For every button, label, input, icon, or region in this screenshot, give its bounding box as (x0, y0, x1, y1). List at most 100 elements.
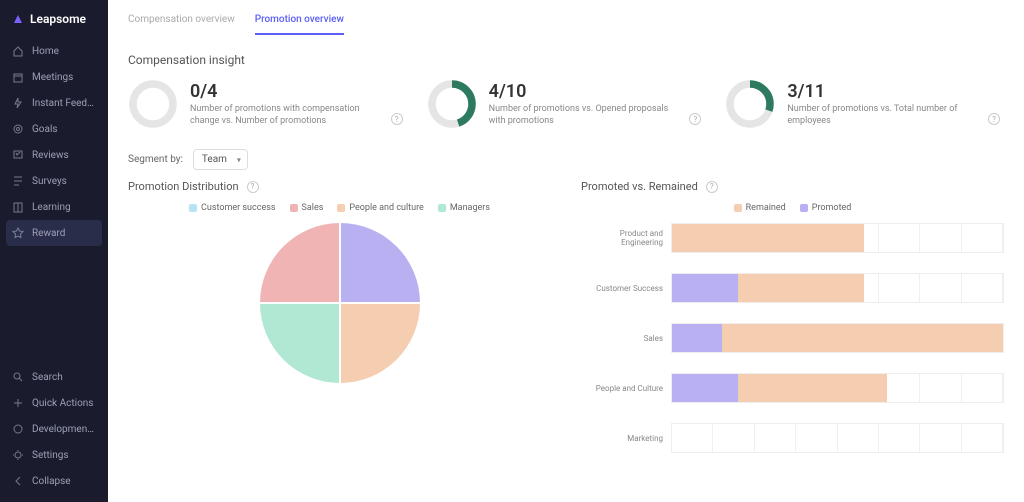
sidebar-item-reviews[interactable]: Reviews (0, 142, 108, 168)
donut-chart (128, 79, 178, 129)
bar-segment-promoted (672, 274, 738, 302)
segment-label: Segment by: (128, 154, 183, 165)
help-icon[interactable]: ? (706, 181, 718, 193)
target-icon (12, 123, 24, 135)
bar-chart: Product and Engineering Customer Success… (581, 223, 1004, 453)
survey-icon (12, 175, 24, 187)
brand-name: Leapsome (30, 12, 86, 26)
nav-label: Learning (32, 202, 71, 213)
insight-section-title: Compensation insight (128, 53, 1004, 67)
bar-row: People and Culture (581, 373, 1004, 403)
segment-row: Segment by: Team ▾ (128, 149, 1004, 170)
bar-track (671, 373, 1004, 403)
insight-desc: Number of promotions with compensation c… (190, 104, 370, 127)
bar-track (671, 273, 1004, 303)
insight-desc: Number of promotions vs. Opened proposal… (489, 104, 669, 127)
nav-label: Search (32, 372, 63, 383)
bar-chart-title: Promoted vs. Remained (581, 180, 698, 193)
insight-value: 3/11 (787, 81, 1004, 102)
sidebar-item-surveys[interactable]: Surveys (0, 168, 108, 194)
legend-item[interactable]: Managers (438, 203, 490, 213)
bar-row: Sales (581, 323, 1004, 353)
legend-label: Managers (450, 203, 490, 213)
tab-promotion-overview[interactable]: Promotion overview (255, 10, 344, 35)
bar-category-label: Product and Engineering (581, 229, 671, 247)
bar-track (671, 323, 1004, 353)
charts-row: Promotion Distribution ? Customer succes… (128, 180, 1004, 473)
segment-select[interactable]: Team ▾ (193, 149, 248, 170)
nav-label: Reward (32, 228, 65, 239)
nav-label: Goals (32, 124, 58, 135)
insight-desc: Number of promotions vs. Total number of… (787, 104, 967, 127)
plus-icon (12, 397, 24, 409)
legend-item[interactable]: Customer success (189, 203, 276, 213)
legend-item[interactable]: People and culture (337, 203, 423, 213)
sidebar-item-search[interactable]: Search (0, 364, 108, 390)
tab-compensation-overview[interactable]: Compensation overview (128, 10, 235, 35)
legend-item[interactable]: Remained (734, 203, 786, 213)
swatch (189, 204, 197, 212)
swatch (800, 204, 808, 212)
swatch (438, 204, 446, 212)
bar-segment-remained (722, 324, 1003, 352)
bolt-icon (12, 97, 24, 109)
collapse-icon (12, 475, 24, 487)
reward-icon (12, 227, 24, 239)
bar-row: Marketing (581, 423, 1004, 453)
bar-segment-remained (738, 274, 864, 302)
pie-chart-panel: Promotion Distribution ? Customer succes… (128, 180, 551, 473)
sidebar-item-quick-actions[interactable]: Quick Actions (0, 390, 108, 416)
bar-segment-promoted (672, 374, 738, 402)
nav-label: Meetings (32, 72, 73, 83)
swatch (337, 204, 345, 212)
nav-bottom: Search Quick ActionsDevelopment Fr... Sett… (0, 364, 108, 494)
nav-label: Reviews (32, 150, 69, 161)
bar-category-label: People and Culture (581, 384, 671, 393)
bar-row: Customer Success (581, 273, 1004, 303)
bar-segment-remained (672, 224, 864, 252)
sidebar-item-instant-feedback[interactable]: Instant Feedback (0, 90, 108, 116)
nav-label: Settings (32, 450, 69, 461)
sidebar-item-learning[interactable]: Learning (0, 194, 108, 220)
legend-item[interactable]: Sales (290, 203, 324, 213)
insight-cards: 0/4 Number of promotions with compensati… (128, 79, 1004, 129)
donut-chart (427, 79, 477, 129)
insight-value: 4/10 (489, 81, 706, 102)
nav-label: Surveys (32, 176, 67, 187)
help-icon[interactable]: ? (988, 113, 1000, 125)
insight-card-2: 3/11 Number of promotions vs. Total numb… (725, 79, 1004, 129)
nav-top: Home Meetings Instant Feedback Goals Reviews… (0, 38, 108, 364)
sidebar-item-collapse[interactable]: Collapse (0, 468, 108, 494)
sidebar-item-home[interactable]: Home (0, 38, 108, 64)
logo-icon (12, 13, 24, 25)
nav-label: Instant Feedback (32, 98, 96, 109)
sidebar-item-goals[interactable]: Goals (0, 116, 108, 142)
bar-track (671, 223, 1004, 253)
bar-chart-panel: Promoted vs. Remained ? Remained Promoted… (581, 180, 1004, 473)
pie-legend: Customer success Sales People and culture M… (128, 203, 551, 213)
sidebar-item-meetings[interactable]: Meetings (0, 64, 108, 90)
sidebar-item-development-fr-[interactable]: Development Fr... (0, 416, 108, 442)
sidebar-item-settings[interactable]: Settings (0, 442, 108, 468)
donut-chart (725, 79, 775, 129)
help-icon[interactable]: ? (391, 113, 403, 125)
bar-segment-promoted (672, 324, 722, 352)
calendar-icon (12, 71, 24, 83)
brand-logo[interactable]: Leapsome (0, 8, 108, 38)
book-icon (12, 201, 24, 213)
bar-legend: Remained Promoted (581, 203, 1004, 213)
help-icon[interactable]: ? (247, 181, 259, 193)
sidebar: Leapsome Home Meetings Instant Feedback Goa… (0, 0, 108, 502)
sidebar-item-reward[interactable]: Reward (6, 220, 102, 246)
bar-track (671, 423, 1004, 453)
pie-chart (260, 223, 420, 383)
bar-segment-remained (738, 374, 887, 402)
legend-label: Remained (746, 203, 786, 213)
bar-category-label: Sales (581, 334, 671, 343)
insight-card-0: 0/4 Number of promotions with compensati… (128, 79, 407, 129)
legend-item[interactable]: Promoted (800, 203, 852, 213)
chevron-down-icon: ▾ (237, 155, 241, 164)
swatch (734, 204, 742, 212)
dev-icon (12, 423, 24, 435)
segment-value: Team (202, 154, 227, 165)
